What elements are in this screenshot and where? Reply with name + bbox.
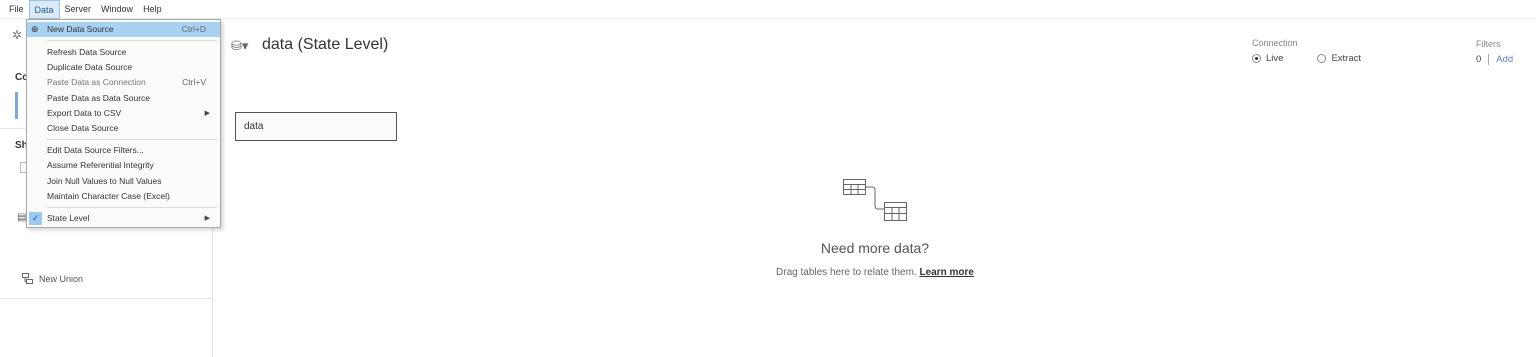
tableau-logo-icon[interactable]: ✲ <box>12 28 22 42</box>
menu-item-edit-data-source-filters[interactable]: Edit Data Source Filters... <box>27 143 220 158</box>
new-data-source-icon: ⊕ <box>31 24 39 34</box>
menu-item-label: Join Null Values to Null Values <box>47 176 162 186</box>
menu-item-duplicate-data-source[interactable]: Duplicate Data Source <box>27 60 220 75</box>
menu-item-refresh-data-source[interactable]: Refresh Data Source <box>27 45 220 60</box>
menu-item-label: New Data Source <box>47 24 114 34</box>
menu-item-label: Refresh Data Source <box>47 47 127 57</box>
menu-item-paste-data-as-connection[interactable]: Paste Data as Connection Ctrl+V <box>27 75 220 90</box>
menu-window[interactable]: Window <box>96 0 138 19</box>
menu-item-label: Paste Data as Connection <box>47 77 146 87</box>
menu-item-state-level[interactable]: ✓ State Level ▶ <box>27 211 220 226</box>
menu-item-join-null-values[interactable]: Join Null Values to Null Values <box>27 174 220 189</box>
shortcut-label: Ctrl+V <box>182 77 206 87</box>
menu-item-label: Close Data Source <box>47 123 119 133</box>
menu-item-close-data-source[interactable]: Close Data Source <box>27 121 220 136</box>
menu-item-label: Assume Referential Integrity <box>47 160 154 170</box>
menu-item-label: State Level <box>47 213 90 223</box>
menu-separator <box>47 40 217 41</box>
filters-label: Filters <box>1476 39 1501 49</box>
menu-file[interactable]: File <box>4 0 29 19</box>
divider <box>1488 54 1490 65</box>
filters-row: 0 Add <box>1476 54 1513 65</box>
menu-server[interactable]: Server <box>60 0 97 19</box>
menu-help[interactable]: Help <box>138 0 167 19</box>
submenu-arrow-icon: ▶ <box>204 215 210 222</box>
live-radio[interactable] <box>1252 54 1261 63</box>
drag-hint-text: Drag tables here to relate them. <box>776 267 917 278</box>
menu-item-label: Edit Data Source Filters... <box>47 145 144 155</box>
menu-item-export-data-to-csv[interactable]: Export Data to CSV ▶ <box>27 106 220 121</box>
menu-data[interactable]: Data <box>28 0 60 19</box>
menu-item-maintain-character-case[interactable]: Maintain Character Case (Excel) <box>27 189 220 204</box>
menu-item-new-data-source[interactable]: ⊕ New Data Source Ctrl+D <box>27 22 220 37</box>
drag-tables-hint: Drag tables here to relate them. Learn m… <box>700 267 1050 278</box>
learn-more-link[interactable]: Learn more <box>919 267 973 278</box>
data-menu-dropdown: ⊕ New Data Source Ctrl+D Refresh Data So… <box>26 19 221 228</box>
menu-separator <box>47 207 217 208</box>
new-union-item[interactable]: New Union <box>22 273 83 284</box>
new-union-label: New Union <box>39 273 84 284</box>
menu-item-label: Paste Data as Data Source <box>47 93 151 103</box>
menu-item-assume-referential-integrity[interactable]: Assume Referential Integrity <box>27 158 220 173</box>
need-more-data-heading: Need more data? <box>820 240 930 256</box>
divider <box>0 298 213 299</box>
menu-item-paste-data-as-data-source[interactable]: Paste Data as Data Source <box>27 91 220 106</box>
connection-item-indicator[interactable] <box>15 92 18 119</box>
extract-label[interactable]: Extract <box>1331 53 1361 64</box>
union-icon <box>22 273 33 284</box>
submenu-arrow-icon: ▶ <box>204 110 210 117</box>
data-source-title[interactable]: data (State Level) <box>262 36 388 54</box>
menu-bar: File Data Server Window Help <box>0 0 1536 19</box>
menu-item-label: Export Data to CSV <box>47 108 122 118</box>
menu-item-label: Duplicate Data Source <box>47 62 133 72</box>
shortcut-label: Ctrl+D <box>181 24 206 34</box>
live-label[interactable]: Live <box>1266 53 1283 64</box>
extract-radio[interactable] <box>1317 54 1327 63</box>
menu-item-label: Maintain Character Case (Excel) <box>47 191 170 201</box>
connection-options: Live Extract <box>1252 53 1361 64</box>
data-source-dropdown-icon[interactable]: ⛁▾ <box>231 38 248 54</box>
add-filter-link[interactable]: Add <box>1496 54 1513 65</box>
checkmark-icon: ✓ <box>29 212 42 225</box>
relate-tables-icon <box>843 179 907 221</box>
menu-separator <box>47 139 217 140</box>
filters-count: 0 <box>1476 54 1482 65</box>
logical-table-data[interactable]: data <box>235 112 397 141</box>
connection-label: Connection <box>1252 38 1298 48</box>
